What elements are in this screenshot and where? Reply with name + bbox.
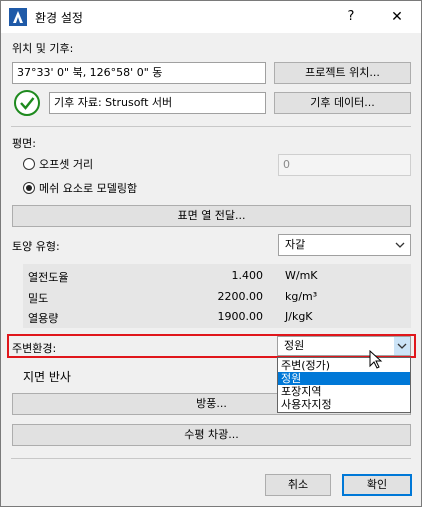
- property-value: 2200.00: [217, 290, 264, 303]
- separator: [11, 458, 411, 459]
- property-unit: J/kgK: [285, 310, 313, 323]
- check-circle-icon: [14, 90, 40, 116]
- property-value: 1.400: [231, 269, 264, 282]
- mesh-model-radio[interactable]: [23, 182, 35, 194]
- horizon-shading-button[interactable]: 수평 차광...: [12, 424, 411, 446]
- property-unit: kg/m³: [285, 290, 318, 303]
- ground-reflection-label: 지면 반사: [23, 370, 71, 384]
- soil-type-select[interactable]: 자갈: [278, 234, 411, 256]
- surroundings-label: 주변환경:: [12, 342, 57, 355]
- surface-heat-transfer-button[interactable]: 표면 열 전달...: [12, 205, 411, 227]
- plane-heading: 평면:: [12, 137, 36, 150]
- window-title: 환경 설정: [35, 11, 83, 25]
- property-name: 열전도율: [28, 271, 69, 284]
- dropdown-option[interactable]: 사용자지정: [278, 398, 410, 411]
- mouse-cursor-icon: [369, 350, 383, 369]
- surroundings-dropdown-list: 주변(정가) 정원 포장지역 사용자지정: [277, 357, 411, 413]
- property-name: 밀도: [28, 292, 49, 305]
- archicad-app-icon: [9, 8, 27, 26]
- coordinates-field: 37°33' 0" 북, 126°58' 0" 동: [12, 62, 266, 84]
- mesh-model-label: 메쉬 요소로 모델링함: [39, 182, 138, 195]
- dropdown-option-selected[interactable]: 정원: [278, 372, 410, 385]
- property-unit: W/mK: [285, 269, 318, 282]
- title-bar: 환경 설정 ? ✕: [1, 1, 421, 33]
- offset-distance-input[interactable]: 0: [278, 154, 411, 176]
- surroundings-value: 정원: [284, 339, 305, 352]
- property-name: 열용량: [28, 312, 59, 325]
- soil-properties-panel: 열전도율 1.400 W/mK 밀도 2200.00 kg/m³ 열용량 190…: [23, 264, 411, 328]
- close-icon[interactable]: ✕: [385, 7, 409, 27]
- soil-type-value: 자갈: [285, 238, 306, 251]
- project-location-button[interactable]: 프로젝트 위치...: [274, 62, 411, 84]
- dropdown-option[interactable]: 주변(정가): [278, 359, 410, 372]
- climate-data-button[interactable]: 기후 데이터...: [274, 92, 411, 114]
- surroundings-select[interactable]: 정원: [277, 336, 411, 356]
- help-button[interactable]: ?: [339, 7, 363, 27]
- offset-distance-radio[interactable]: [23, 158, 35, 170]
- chevron-down-icon[interactable]: [394, 337, 410, 355]
- location-heading: 위치 및 기후:: [12, 42, 74, 55]
- offset-distance-label: 오프셋 거리: [39, 158, 94, 171]
- separator: [11, 126, 411, 127]
- chevron-down-icon: [395, 242, 405, 248]
- dropdown-option[interactable]: 포장지역: [278, 385, 410, 398]
- climate-source-field: 기후 자료: Strusoft 서버: [49, 92, 266, 114]
- environment-settings-dialog: 환경 설정 ? ✕ 위치 및 기후: 37°33' 0" 북, 126°58' …: [0, 0, 422, 507]
- property-value: 1900.00: [217, 310, 264, 323]
- soil-type-label: 토양 유형:: [12, 240, 60, 253]
- cancel-button[interactable]: 취소: [265, 474, 331, 496]
- ok-button[interactable]: 확인: [342, 474, 412, 496]
